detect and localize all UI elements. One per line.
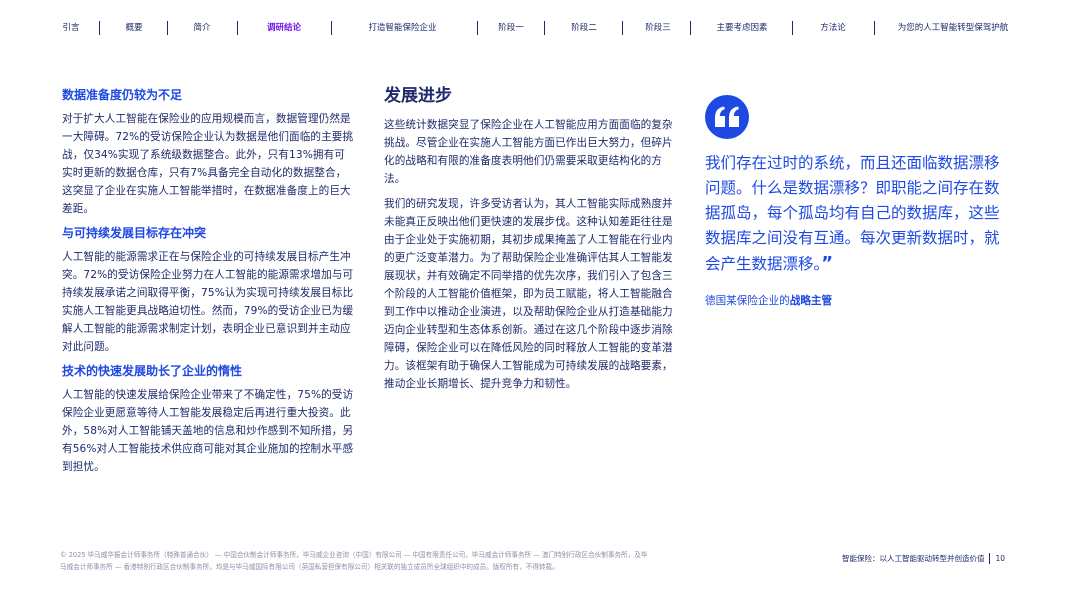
nav-divider [237, 21, 238, 35]
footer-doc-title: 智能保险：以人工智能驱动转型并创造价值 [841, 554, 985, 563]
attribution-role: 战略主管 [789, 295, 833, 307]
section-heading: 数据准备度仍较为不足 [62, 88, 183, 102]
quote-block: 我们存在过时的系统，而且还面临数据漂移问题。什么是数据漂移？即职能之间存在数据孤… [705, 95, 1010, 308]
section-tech-inertia: 技术的快速发展助长了企业的惰性 人工智能的快速发展给保险企业带来了不确定性，75… [62, 362, 354, 476]
progress-heading: 发展进步 [384, 86, 452, 106]
section-sustainability-conflict: 与可持续发展目标存在冲突 人工智能的能源需求正在与保险企业的可持续发展目标产生冲… [62, 224, 354, 356]
footer-page-info: 智能保险：以人工智能驱动转型并创造价值 10 [842, 553, 1005, 564]
nav-item-stage-one[interactable]: 阶段一 [486, 18, 536, 38]
nav-divider [874, 21, 875, 35]
footer-divider [989, 553, 991, 564]
nav-divider [622, 21, 623, 35]
nav-divider [690, 21, 691, 35]
quote-attribution: 德国某保险企业的战略主管 [705, 293, 1010, 308]
progress-paragraph: 我们的研究发现，许多受访者认为，其人工智能实际成熟度并未能真正反映出他们更快速的… [384, 198, 673, 390]
nav-item-build-intelligent-insurer[interactable]: 打造智能保险企业 [340, 18, 465, 38]
middle-column: 发展进步 这些统计数据突显了保险企业在人工智能应用方面面临的复杂挑战。尽管企业在… [384, 84, 674, 400]
section-body: 人工智能的能源需求正在与保险企业的可持续发展目标产生冲突。72%的受访保险企业努… [62, 251, 354, 353]
attribution-prefix: 德国某保险企业的 [705, 295, 790, 307]
quote-body: 我们存在过时的系统，而且还面临数据漂移问题。什么是数据漂移？即职能之间存在数据孤… [705, 154, 1000, 273]
quote-open-icon [705, 95, 749, 139]
left-column: 数据准备度仍较为不足 对于扩大人工智能在保险业的应用规模而言，数据管理仍然是一大… [62, 86, 354, 482]
nav-divider [544, 21, 545, 35]
section-heading: 技术的快速发展助长了企业的惰性 [62, 364, 243, 378]
quote-close-mark: ” [821, 253, 834, 274]
progress-paragraph: 这些统计数据突显了保险企业在人工智能应用方面面临的复杂挑战。尽管企业在实施人工智… [384, 119, 673, 185]
nav-item-stage-two[interactable]: 阶段二 [552, 18, 616, 38]
nav-item-methodology[interactable]: 方法论 [802, 18, 864, 38]
nav-item-intro[interactable]: 引言 [52, 18, 90, 38]
top-nav: 引言 概要 简介 调研结论 打造智能保险企业 阶段一 阶段二 阶段三 主要考虑因… [52, 18, 1022, 38]
nav-divider [792, 21, 793, 35]
section-data-readiness: 数据准备度仍较为不足 对于扩大人工智能在保险业的应用规模而言，数据管理仍然是一大… [62, 86, 354, 218]
nav-item-stage-three[interactable]: 阶段三 [630, 18, 686, 38]
section-heading: 与可持续发展目标存在冲突 [62, 226, 207, 240]
nav-divider [167, 21, 168, 35]
nav-divider [477, 21, 478, 35]
nav-item-findings[interactable]: 调研结论 [246, 18, 322, 38]
quote-text: 我们存在过时的系统，而且还面临数据漂移问题。什么是数据漂移？即职能之间存在数据孤… [705, 151, 1010, 277]
nav-divider [331, 21, 332, 35]
nav-item-brief[interactable]: 简介 [176, 18, 228, 38]
section-body: 对于扩大人工智能在保险业的应用规模而言，数据管理仍然是一大障碍。72%的受访保险… [62, 113, 354, 215]
section-body: 人工智能的快速发展给保险企业带来了不确定性，75%的受访保险企业更愿意等待人工智… [62, 389, 354, 473]
footer-legal: © 2025 毕马威华振会计师事务所（特殊普通合伙） — 中国合伙制会计师事务所… [60, 551, 648, 571]
nav-item-ai-transformation-support[interactable]: 为您的人工智能转型保驾护航 [884, 18, 1022, 38]
nav-item-overview[interactable]: 概要 [108, 18, 160, 38]
nav-item-key-considerations[interactable]: 主要考虑因素 [698, 18, 786, 38]
nav-divider [99, 21, 100, 35]
page-number: 10 [995, 554, 1005, 563]
